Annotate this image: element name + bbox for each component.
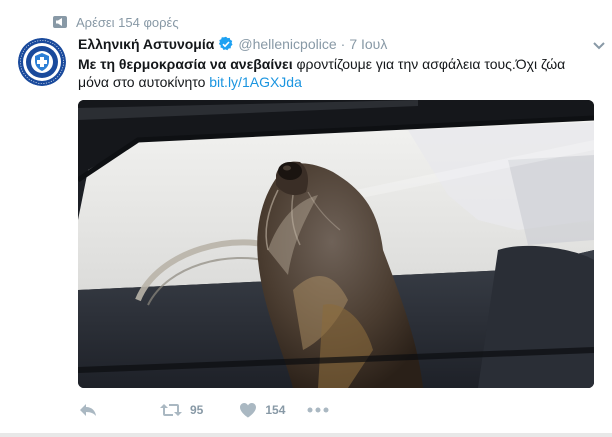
like-count: 154: [265, 403, 286, 417]
bottom-divider: [0, 433, 612, 437]
more-dots-icon: [307, 407, 329, 413]
heart-icon: [239, 402, 257, 418]
tweet-photo[interactable]: [78, 100, 594, 388]
avatar[interactable]: [18, 38, 66, 86]
reply-icon: [78, 402, 98, 418]
author-handle[interactable]: @hellenicpolice: [238, 36, 336, 52]
more-button[interactable]: [307, 407, 329, 413]
verified-badge-icon: [218, 36, 234, 52]
chevron-down-icon[interactable]: [592, 38, 606, 50]
retweet-button[interactable]: 95: [160, 402, 203, 418]
social-context-text[interactable]: Αρέσει 154 φορές: [76, 15, 179, 30]
retweet-icon: [160, 402, 182, 418]
reply-button[interactable]: [78, 402, 98, 418]
like-button[interactable]: 154: [239, 402, 285, 418]
separator-dot: ·: [340, 36, 346, 52]
tweet-text-strong: Με τη θερμοκρασία να ανεβαίνει: [78, 56, 293, 72]
tweet-text: Με τη θερμοκρασία να ανεβαίνει φροντίζου…: [78, 55, 598, 91]
tweet-link[interactable]: bit.ly/1AGXJda: [209, 74, 302, 90]
social-context: Αρέσει 154 φορές: [52, 12, 179, 32]
retweet-count: 95: [190, 403, 204, 417]
author-name[interactable]: Ελληνική Αστυνομία: [78, 36, 214, 52]
tweet-text-line2: μόνα στο αυτοκίνητο: [78, 74, 210, 90]
tweet-header: Ελληνική Αστυνομία @hellenicpolice · 7 Ι…: [78, 36, 387, 52]
tweet-actions: 95 154: [78, 398, 329, 422]
tweet-text-line1: φροντίζουμε για την ασφάλεια τους.Όχι ζώ…: [292, 56, 566, 72]
megaphone-icon: [52, 15, 68, 29]
tweet-timestamp[interactable]: 7 Ιουλ: [349, 36, 387, 52]
